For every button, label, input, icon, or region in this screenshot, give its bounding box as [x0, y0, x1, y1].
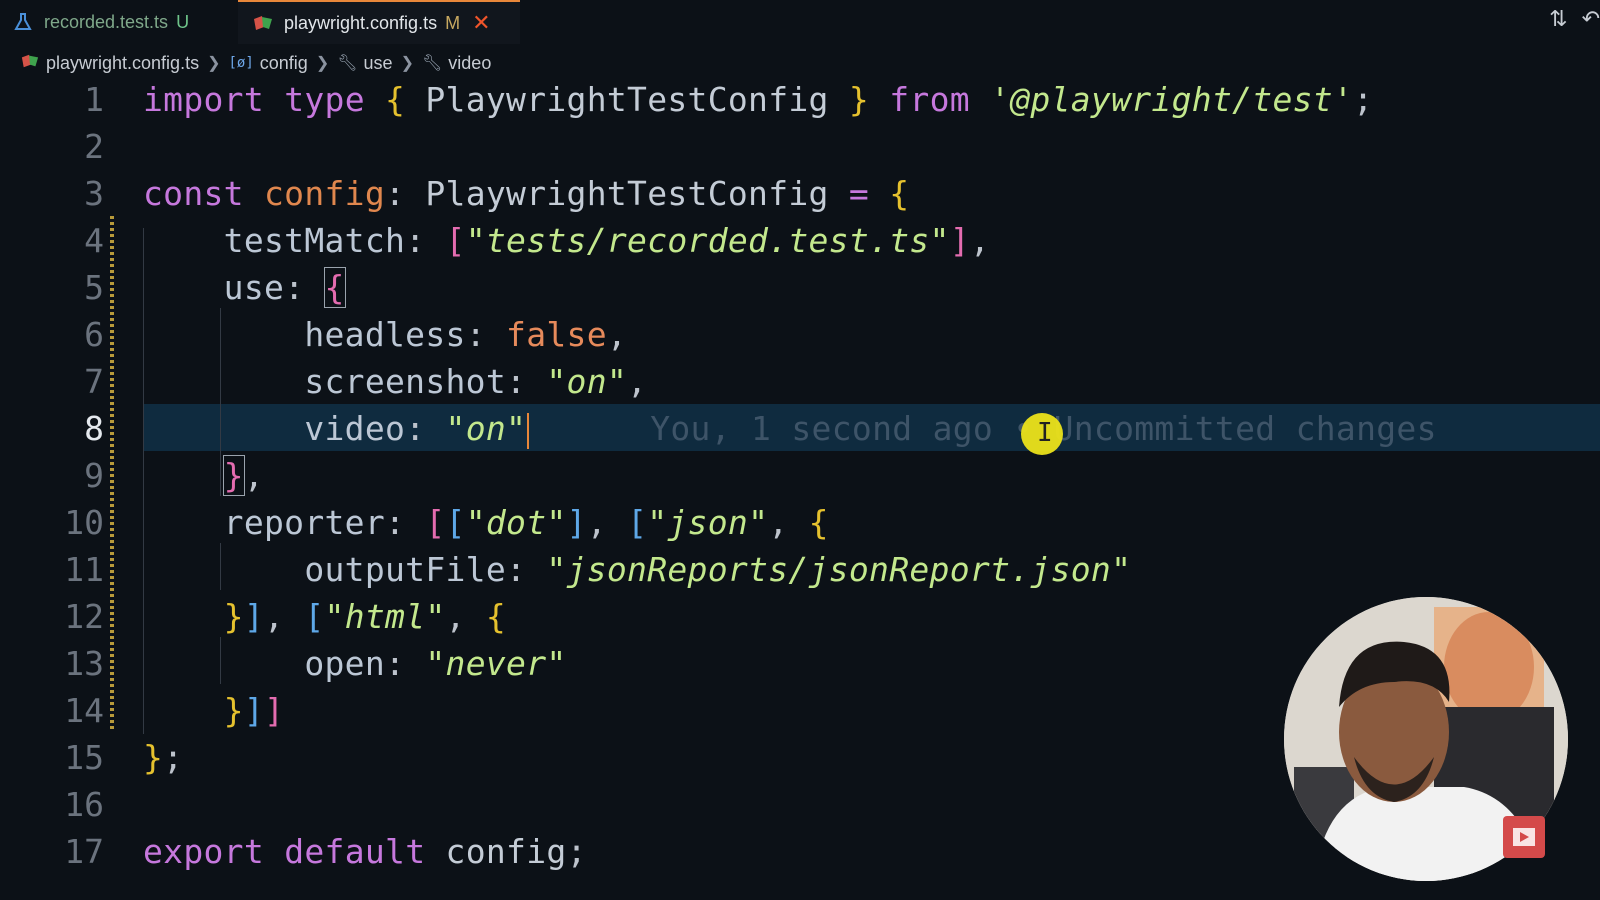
tab-bar: recorded.test.ts U playwright.config.ts …: [0, 0, 1600, 44]
line-number: 12: [64, 597, 104, 636]
breadcrumb-video[interactable]: video: [448, 53, 491, 74]
breadcrumb-config[interactable]: config: [260, 53, 308, 74]
code-line-7: screenshot: "on",: [304, 362, 648, 401]
line-number: 5: [84, 268, 104, 307]
playwright-icon: [20, 52, 40, 75]
code-line-8: video: "on" You, 1 second ago • Uncommit…: [304, 409, 1437, 449]
variable-icon: [ø]: [228, 55, 254, 71]
untracked-badge: U: [176, 11, 190, 32]
code-line-9: },: [222, 455, 265, 496]
breadcrumb-use[interactable]: use: [364, 53, 393, 74]
line-number: 4: [84, 221, 104, 260]
line-number: 3: [84, 174, 104, 213]
tab-label: playwright.config.ts: [284, 12, 438, 33]
line-number: 13: [64, 644, 104, 683]
code-line-6: headless: false,: [304, 315, 628, 354]
wrench-icon: 🔧︎: [421, 55, 443, 72]
line-number: 1: [84, 80, 104, 119]
line-number: 9: [84, 456, 104, 495]
text-cursor: [527, 412, 530, 449]
chevron-right-icon: ❯: [207, 55, 221, 72]
tab-label: recorded.test.ts: [44, 11, 169, 32]
subscribe-badge-icon: [1503, 816, 1545, 858]
code-line-12: }], ["html", {: [223, 597, 507, 636]
line-number: 7: [84, 362, 104, 401]
code-line-13: open: "never": [304, 644, 567, 683]
editor-actions: ⇅ ↶: [1549, 6, 1600, 32]
go-back-icon[interactable]: ↶: [1582, 6, 1600, 32]
line-number: 16: [64, 785, 104, 824]
line-number: 15: [64, 738, 104, 777]
line-number: 2: [84, 127, 104, 166]
code-line-4: testMatch: ["tests/recorded.test.ts"],: [223, 221, 991, 260]
tab-recorded-test[interactable]: recorded.test.ts U: [0, 0, 238, 44]
code-line-1: import type { PlaywrightTestConfig } fro…: [143, 80, 1374, 119]
text-cursor-icon: I: [1037, 418, 1053, 448]
line-number: 17: [64, 832, 104, 871]
tab-playwright-config[interactable]: playwright.config.ts M ✕: [238, 0, 520, 44]
code-line-10: reporter: [["dot"], ["json", {: [223, 503, 829, 542]
playwright-icon: [252, 12, 274, 34]
chevron-right-icon: ❯: [400, 55, 414, 72]
compare-changes-icon[interactable]: ⇅: [1549, 6, 1567, 32]
flask-icon: [12, 11, 34, 33]
line-number: 6: [84, 315, 104, 354]
line-number-active: 8: [84, 409, 104, 448]
breadcrumb-file[interactable]: playwright.config.ts: [46, 53, 199, 74]
code-line-3: const config: PlaywrightTestConfig = {: [143, 174, 910, 213]
chevron-right-icon: ❯: [315, 55, 330, 72]
close-tab-icon[interactable]: ✕: [472, 10, 490, 36]
line-number: 11: [64, 550, 104, 589]
wrench-icon: 🔧︎: [337, 55, 358, 72]
code-line-15: };: [143, 738, 184, 777]
line-number: 10: [64, 503, 104, 542]
code-line-5: use: {: [223, 267, 346, 308]
code-line-14: }]]: [223, 691, 285, 730]
code-line-11: outputFile: "jsonReports/jsonReport.json…: [304, 550, 1132, 589]
line-number: 14: [64, 691, 104, 730]
code-line-17: export default config;: [143, 832, 587, 871]
modified-badge: M: [445, 12, 461, 33]
